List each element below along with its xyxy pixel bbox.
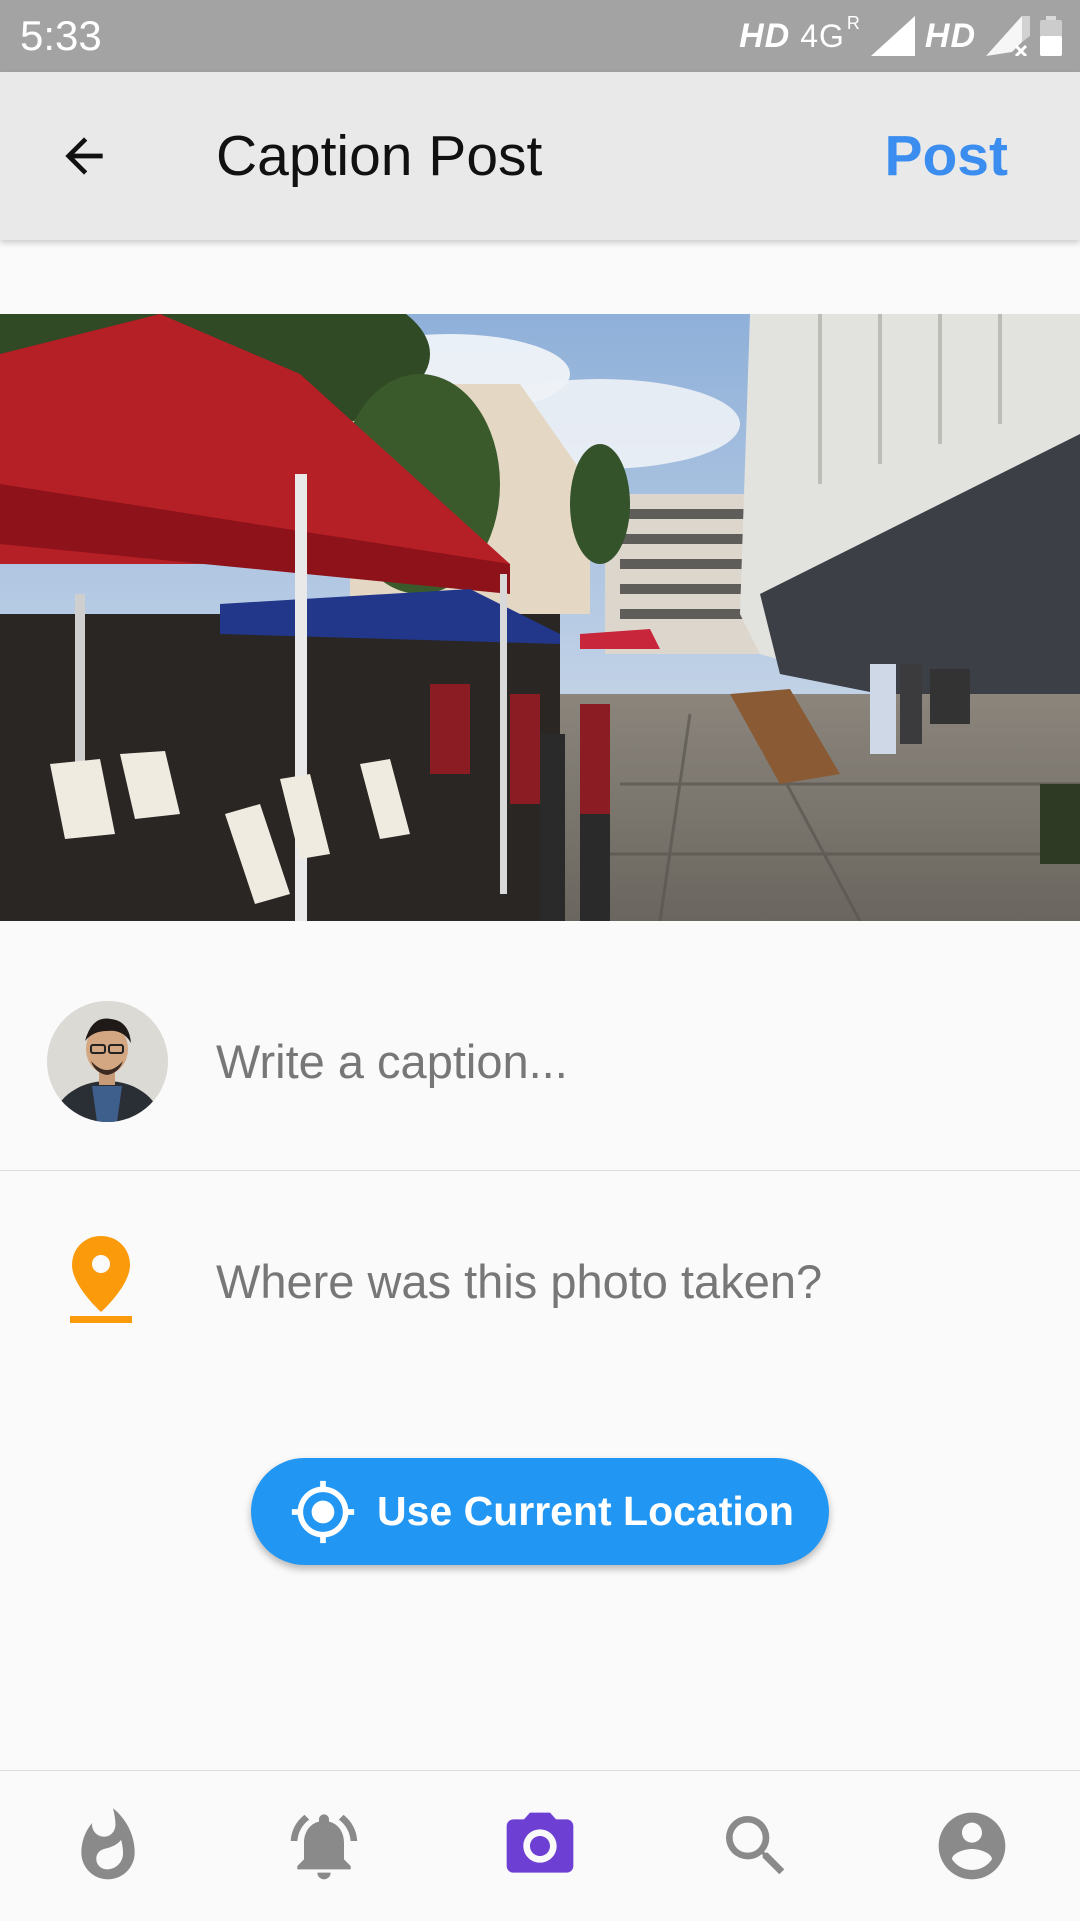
hd-indicator-2: HD bbox=[924, 16, 976, 55]
account-icon bbox=[938, 1812, 1006, 1880]
nav-search[interactable] bbox=[711, 1801, 801, 1891]
bell-icon bbox=[290, 1814, 358, 1880]
avatar bbox=[47, 1001, 168, 1122]
hd-indicator: HD bbox=[739, 16, 791, 55]
network-type: 4G R bbox=[800, 12, 861, 54]
nav-profile[interactable] bbox=[927, 1801, 1017, 1891]
arrow-back-icon bbox=[65, 137, 103, 175]
back-button[interactable] bbox=[52, 124, 116, 188]
location-row bbox=[0, 1220, 1080, 1330]
post-photo bbox=[0, 314, 1080, 921]
app-bar: Caption Post Post bbox=[0, 72, 1080, 240]
flame-icon bbox=[81, 1808, 135, 1880]
use-current-location-button[interactable]: Use Current Location bbox=[251, 1458, 829, 1565]
bottom-nav bbox=[0, 1770, 1080, 1921]
caption-input[interactable] bbox=[216, 1026, 1036, 1096]
battery-icon bbox=[1040, 16, 1062, 56]
search-icon bbox=[726, 1816, 785, 1875]
use-current-location-label: Use Current Location bbox=[377, 1488, 794, 1534]
camera-icon bbox=[506, 1812, 574, 1873]
location-input[interactable] bbox=[216, 1248, 1036, 1314]
photo-image bbox=[0, 314, 1080, 921]
signal-x-icon bbox=[986, 16, 1030, 56]
nav-camera[interactable] bbox=[495, 1801, 585, 1891]
roaming-indicator: R bbox=[846, 12, 861, 33]
location-pin-icon bbox=[70, 1236, 132, 1323]
status-time: 5:33 bbox=[20, 12, 102, 59]
nav-notifications[interactable] bbox=[279, 1801, 369, 1891]
signal-icon bbox=[870, 16, 915, 56]
post-button[interactable]: Post bbox=[884, 122, 1008, 190]
nav-trending[interactable] bbox=[63, 1801, 153, 1891]
caption-row bbox=[0, 998, 1080, 1171]
page-title: Caption Post bbox=[216, 124, 543, 188]
status-icons: HD 4G R HD bbox=[739, 12, 1062, 60]
status-bar: 5:33 HD 4G R HD bbox=[0, 0, 1080, 72]
gps-fixed-icon bbox=[291, 1480, 355, 1543]
